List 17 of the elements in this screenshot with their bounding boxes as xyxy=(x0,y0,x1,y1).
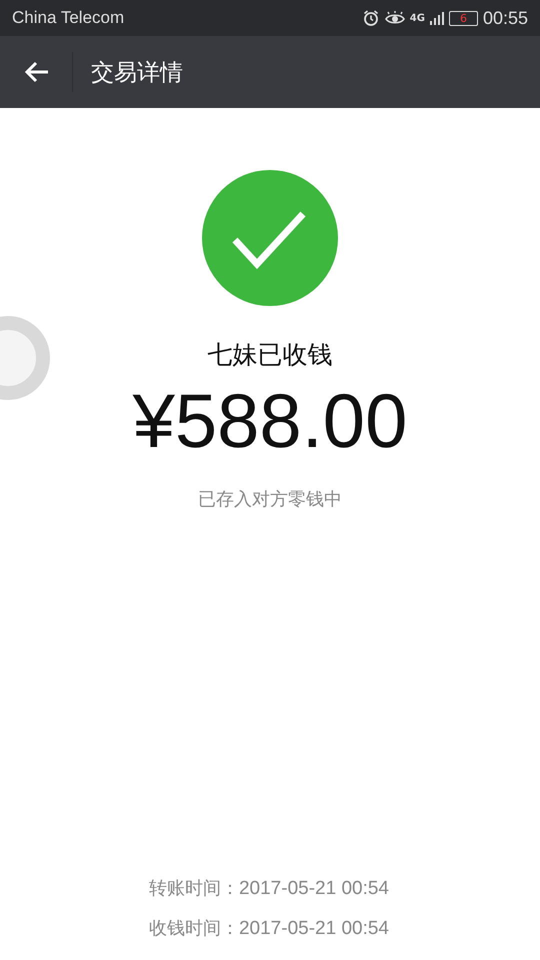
checkmark-icon xyxy=(202,170,338,306)
page-title: 交易详情 xyxy=(91,58,183,88)
signal-icon xyxy=(430,10,444,26)
carrier-name: China Telecom xyxy=(12,8,124,28)
detail-label: 转账时间： xyxy=(148,877,239,901)
battery-level: 6 xyxy=(448,10,478,26)
eye-icon xyxy=(384,10,405,26)
alarm-clock-icon xyxy=(362,9,380,27)
back-arrow-icon xyxy=(24,61,50,83)
amount-text: ¥588.00 xyxy=(132,378,408,466)
note-text: 已存入对方零钱中 xyxy=(198,488,342,511)
network-type: 4G xyxy=(410,12,425,24)
status-text: 七妹已收钱 xyxy=(208,339,332,371)
detail-label: 收钱时间： xyxy=(148,917,239,941)
detail-value: 2017-05-21 00:54 xyxy=(238,917,389,941)
detail-value: 2017-05-21 00:54 xyxy=(238,877,389,901)
clock-time: 00:55 xyxy=(482,8,528,28)
